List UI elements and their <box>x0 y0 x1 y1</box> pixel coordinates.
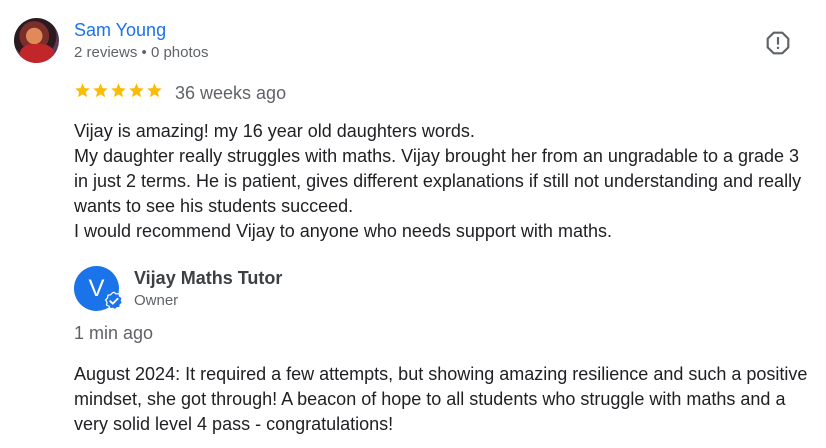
owner-name: Vijay Maths Tutor <box>134 268 283 288</box>
review-line: Vijay is amazing! my 16 year old daughte… <box>74 121 475 141</box>
review-text: Vijay is amazing! my 16 year old daughte… <box>74 119 809 244</box>
review-age: 36 weeks ago <box>175 83 287 103</box>
reviewer-meta: 2 reviews • 0 photos <box>74 44 209 61</box>
star-icon <box>93 83 108 98</box>
owner-response-text: August 2024: It required a few attempts,… <box>74 364 808 434</box>
reviewer-avatar[interactable] <box>14 18 59 63</box>
review-line: My daughter really struggles with maths.… <box>74 146 802 216</box>
review-line: I would recommend Vijay to anyone who ne… <box>74 221 612 241</box>
response-age: 1 min ago <box>74 323 154 343</box>
report-icon <box>766 31 790 55</box>
owner-role: Owner <box>134 292 179 309</box>
star-icon <box>75 83 90 98</box>
star-icon <box>111 83 126 98</box>
star-icon <box>129 83 144 98</box>
star-rating <box>74 82 163 104</box>
verified-badge-icon <box>104 291 124 311</box>
report-review-button[interactable] <box>764 29 792 57</box>
reviewer-name-link[interactable]: Sam Young <box>74 20 166 41</box>
star-icon <box>147 83 162 98</box>
